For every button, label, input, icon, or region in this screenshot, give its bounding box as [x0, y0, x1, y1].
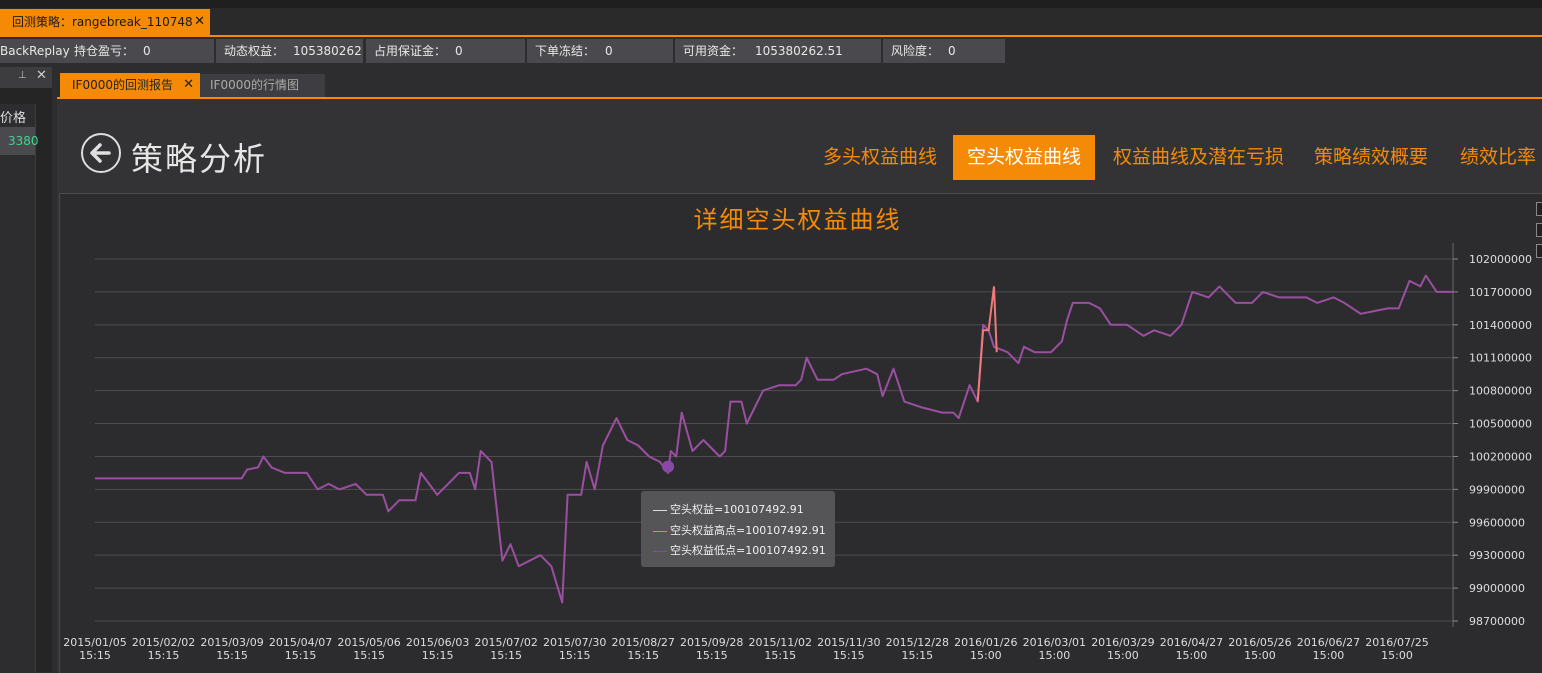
x-tick-label: 2015/02/02 — [132, 636, 195, 649]
x-tick-label: 2015/01/05 — [63, 636, 126, 649]
y-tick-label: 99600000 — [1469, 516, 1525, 529]
y-tick-label: 99300000 — [1469, 549, 1525, 562]
y-tick-label: 101100000 — [1469, 352, 1532, 365]
x-tick-label: 2016/05/26 — [1228, 636, 1291, 649]
y-tick-label: 100500000 — [1469, 418, 1532, 431]
x-tick-label: 2015/03/09 — [200, 636, 263, 649]
x-tick-label: 2016/04/27 — [1160, 636, 1223, 649]
x-tick-label: 15:15 — [559, 649, 591, 662]
legend-swatch — [653, 509, 667, 511]
x-tick-label: 2015/11/30 — [817, 636, 880, 649]
x-tick-label: 15:15 — [490, 649, 522, 662]
x-tick-label: 2015/06/03 — [406, 636, 469, 649]
x-axis: 2015/01/0515:152015/02/0215:152015/03/09… — [63, 636, 1428, 662]
x-tick-label: 15:00 — [1039, 649, 1071, 662]
x-tick-label: 2015/09/28 — [680, 636, 743, 649]
tooltip-row-low: 空头权益低点=100107492.91 — [653, 542, 826, 558]
x-tick-label: 2016/03/01 — [1023, 636, 1086, 649]
x-tick-label: 15:15 — [285, 649, 317, 662]
x-tick-label: 15:15 — [627, 649, 659, 662]
chart-tooltip: 空头权益=100107492.91 空头权益高点=100107492.91 空头… — [641, 491, 835, 567]
legend-swatch — [653, 530, 667, 532]
y-tick-label: 101400000 — [1469, 319, 1532, 332]
y-tick-label: 100200000 — [1469, 450, 1532, 463]
x-tick-label: 15:15 — [901, 649, 933, 662]
tooltip-text: 空头权益低点=100107492.91 — [670, 544, 826, 557]
y-tick-label: 102000000 — [1469, 253, 1532, 266]
x-tick-label: 15:15 — [764, 649, 796, 662]
x-tick-label: 2015/12/28 — [886, 636, 949, 649]
x-tick-label: 15:00 — [1107, 649, 1139, 662]
x-tick-label: 15:15 — [353, 649, 385, 662]
tooltip-row-high: 空头权益高点=100107492.91 — [653, 522, 826, 538]
x-tick-label: 15:00 — [970, 649, 1002, 662]
x-tick-label: 15:15 — [148, 649, 180, 662]
y-tick-label: 101700000 — [1469, 286, 1532, 299]
x-tick-label: 15:00 — [1313, 649, 1345, 662]
x-tick-label: 15:00 — [1176, 649, 1208, 662]
x-tick-label: 2016/07/25 — [1365, 636, 1428, 649]
x-tick-label: 15:15 — [422, 649, 454, 662]
x-tick-label: 15:15 — [696, 649, 728, 662]
x-tick-label: 15:15 — [79, 649, 111, 662]
y-axis: 102000000 101700000 101400000 101100000 1008… — [1469, 253, 1532, 628]
y-tick-label: 98700000 — [1469, 615, 1525, 628]
x-tick-label: 2016/01/26 — [954, 636, 1017, 649]
equity-chart[interactable]: 102000000 101700000 101400000 101100000 1008… — [0, 0, 1542, 672]
x-tick-label: 15:00 — [1244, 649, 1276, 662]
x-tick-label: 2015/11/02 — [749, 636, 812, 649]
x-tick-label: 2015/08/27 — [612, 636, 675, 649]
x-tick-label: 2015/07/30 — [543, 636, 606, 649]
tooltip-text: 空头权益=100107492.91 — [670, 503, 804, 516]
tooltip-row-equity: 空头权益=100107492.91 — [653, 501, 804, 517]
y-tick-label: 99000000 — [1469, 582, 1525, 595]
x-tick-label: 2016/06/27 — [1297, 636, 1360, 649]
x-tick-label: 2016/03/29 — [1091, 636, 1154, 649]
y-tick-label: 100800000 — [1469, 385, 1532, 398]
y-tick-label: 99900000 — [1469, 483, 1525, 496]
x-tick-label: 15:00 — [1381, 649, 1413, 662]
x-tick-label: 15:15 — [833, 649, 865, 662]
x-tick-label: 15:15 — [216, 649, 248, 662]
hover-marker[interactable] — [662, 460, 675, 473]
x-tick-label: 2015/07/02 — [474, 636, 537, 649]
x-tick-label: 2015/05/06 — [337, 636, 400, 649]
x-tick-label: 2015/04/07 — [269, 636, 332, 649]
tooltip-text: 空头权益高点=100107492.91 — [670, 524, 826, 537]
legend-swatch — [653, 550, 667, 552]
